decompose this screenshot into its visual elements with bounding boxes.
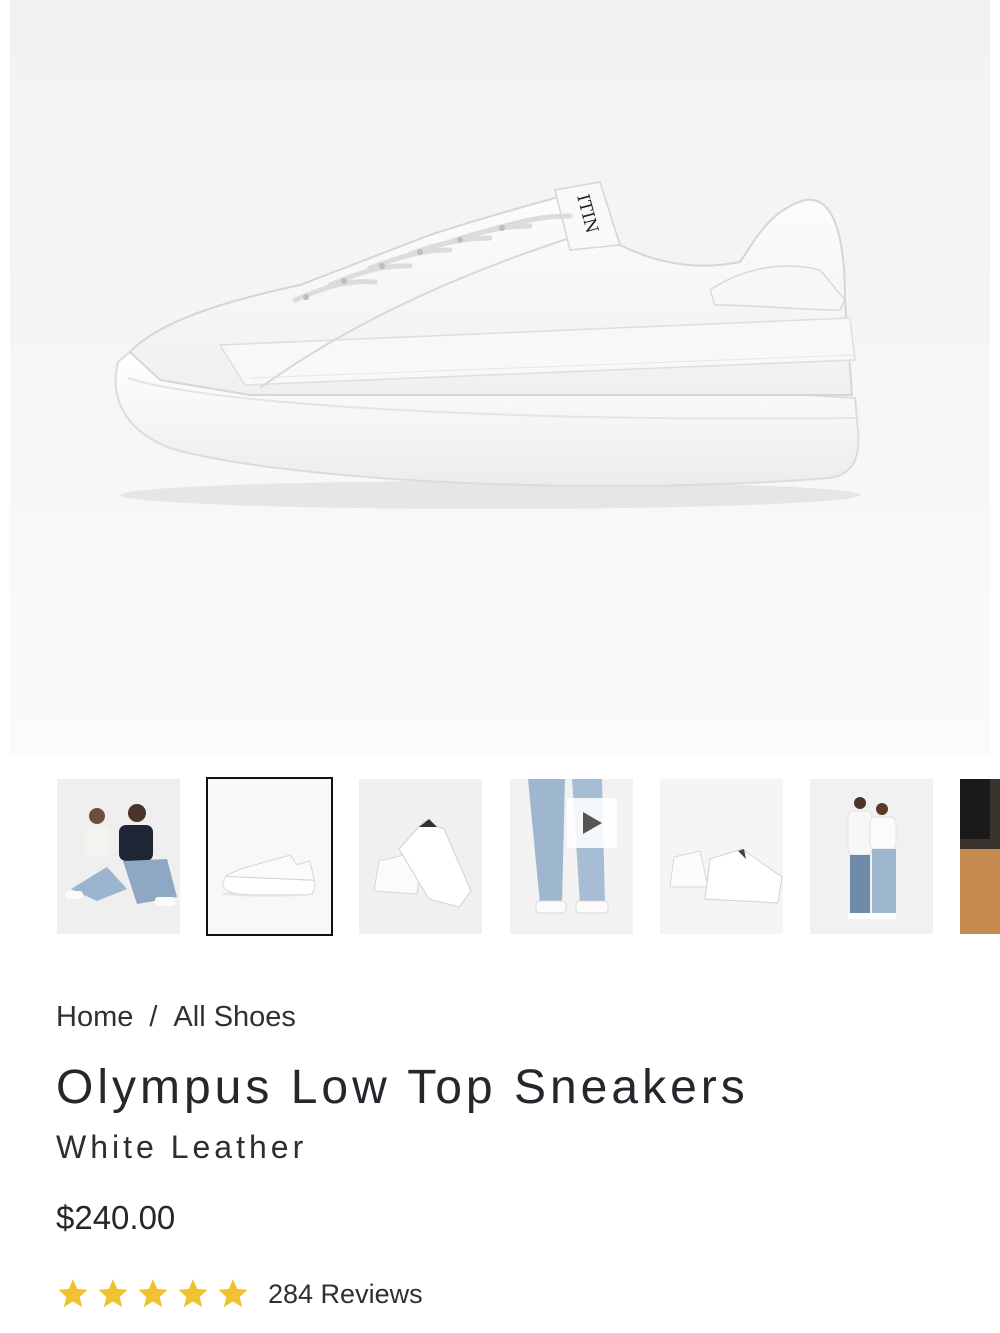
rating: 284 Reviews [56, 1277, 956, 1311]
thumbnail-shoe-pair[interactable] [359, 779, 482, 934]
shoe-side-image [208, 779, 331, 934]
star-icon [218, 1279, 248, 1308]
star-icon [178, 1279, 208, 1308]
product-title: Olympus Low Top Sneakers [56, 1061, 749, 1114]
play-icon[interactable] [567, 798, 617, 848]
shoe-back-image [660, 779, 783, 934]
lifestyle-standing-image [810, 779, 933, 934]
breadcrumb: Home / All Shoes [56, 995, 956, 1039]
breadcrumb-home[interactable]: Home [56, 1001, 133, 1034]
shoe-pair-image [359, 779, 482, 934]
product-price: $240.00 [56, 1199, 176, 1236]
thumbnail-lifestyle-seated[interactable] [57, 779, 180, 934]
thumbnail-video[interactable] [510, 779, 633, 934]
lifestyle-seated-image [57, 779, 180, 934]
breadcrumb-category[interactable]: All Shoes [173, 1001, 296, 1034]
partial-thumbnail-image [960, 779, 1000, 934]
star-rating[interactable] [56, 1277, 250, 1311]
thumbnail-shoe-side[interactable] [206, 777, 333, 936]
product-main-image[interactable]: ITIN [10, 0, 990, 755]
thumbnail-lifestyle-standing[interactable] [810, 779, 933, 934]
thumbnail-partial[interactable] [960, 779, 1000, 934]
hero-gutter [0, 0, 10, 755]
thumbnail-shoe-back[interactable] [660, 779, 783, 934]
product-variant: White Leather [56, 1129, 308, 1165]
thumbnail-strip [0, 776, 1000, 938]
star-icon [98, 1279, 128, 1308]
star-icon [138, 1279, 168, 1308]
reviews-link[interactable]: 284 Reviews [268, 1279, 423, 1310]
star-icon [58, 1279, 88, 1308]
sneaker-illustration: ITIN [114, 181, 860, 509]
product-info: Home / All Shoes Olympus Low Top Sneaker… [56, 995, 956, 1311]
breadcrumb-separator: / [149, 1000, 158, 1033]
